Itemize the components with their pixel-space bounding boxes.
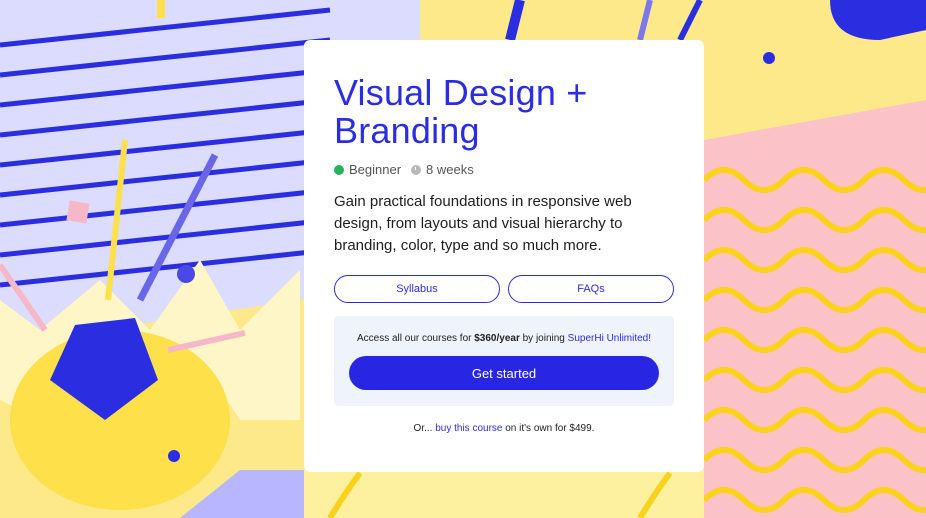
course-title: Visual Design + Branding bbox=[334, 74, 674, 150]
clock-icon bbox=[411, 164, 422, 175]
info-buttons: Syllabus FAQs bbox=[334, 275, 674, 303]
level-badge: Beginner bbox=[334, 162, 401, 177]
unlimited-access-panel: Access all our courses for $360/year by … bbox=[334, 316, 674, 406]
buy-course-link[interactable]: buy this course bbox=[435, 423, 502, 434]
syllabus-button[interactable]: Syllabus bbox=[334, 275, 500, 303]
course-meta: Beginner 8 weeks bbox=[334, 162, 674, 177]
course-card: Visual Design + Branding Beginner 8 week… bbox=[304, 40, 704, 472]
course-title-line1: Visual Design + bbox=[334, 72, 588, 113]
single-purchase-text: Or... buy this course on it's own for $4… bbox=[334, 423, 674, 434]
course-description: Gain practical foundations in responsive… bbox=[334, 193, 632, 254]
cta-wrapper: Get started bbox=[349, 344, 659, 390]
access-price: $360/year bbox=[474, 333, 520, 344]
level-label: Beginner bbox=[349, 162, 402, 177]
footer-middle: on it's own for bbox=[502, 423, 570, 434]
course-title-line2: Branding bbox=[334, 110, 480, 151]
get-started-button[interactable]: Get started bbox=[349, 356, 659, 390]
level-dot-icon bbox=[334, 164, 344, 175]
faqs-button[interactable]: FAQs bbox=[508, 275, 674, 303]
unlimited-access-text: Access all our courses for $360/year by … bbox=[349, 333, 659, 344]
footer-prefix: Or... bbox=[413, 423, 436, 434]
duration-label: 8 weeks bbox=[426, 162, 474, 177]
access-prefix: Access all our courses for bbox=[356, 333, 475, 344]
superhi-unlimited-link[interactable]: SuperHi Unlimited! bbox=[568, 333, 651, 344]
duration-badge: 8 weeks bbox=[411, 162, 474, 177]
footer-price: $499. bbox=[569, 423, 595, 434]
access-middle: by joining bbox=[519, 333, 568, 344]
